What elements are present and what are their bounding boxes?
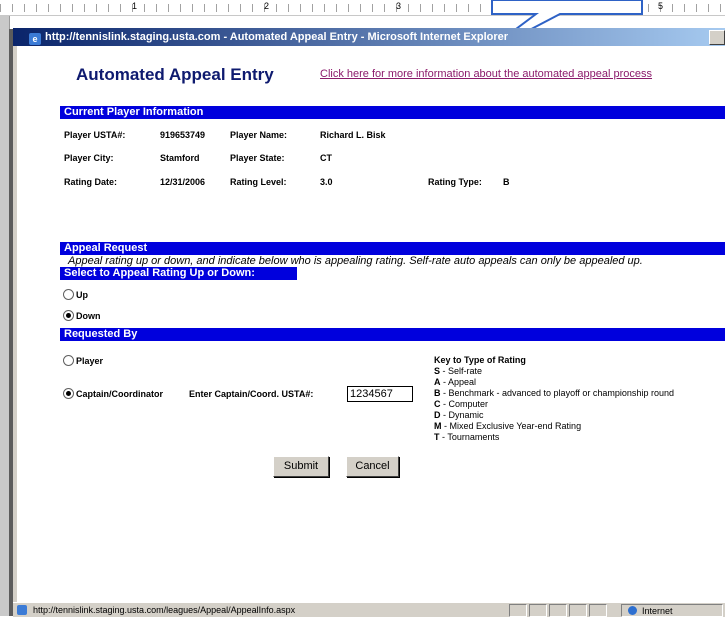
submit-button[interactable]: Submit [273, 456, 329, 477]
minimize-button[interactable] [709, 30, 725, 45]
rating-key-text: - Computer [440, 399, 489, 409]
status-panel [509, 604, 527, 617]
player-usta-value: 919653749 [160, 130, 206, 140]
globe-icon [628, 606, 637, 615]
appeal-description: Appeal rating up or down, and indicate b… [68, 255, 643, 267]
captain-usta-input[interactable] [347, 386, 413, 402]
player-radio-label: Player [76, 356, 104, 366]
rating-key-item: S - Self-rate [434, 366, 482, 376]
player-city-label: Player City: [64, 153, 114, 163]
page-icon [17, 605, 27, 615]
rating-level-value: 3.0 [320, 177, 333, 187]
status-panel [569, 604, 587, 617]
player-name-label: Player Name: [230, 130, 288, 140]
rating-key-item: B - Benchmark - advanced to playoff or c… [434, 388, 674, 398]
section-header-direction: Select to Appeal Rating Up or Down: [60, 267, 297, 280]
appeal-info-link[interactable]: Click here for more information about th… [320, 68, 652, 80]
rating-date-value: 12/31/2006 [160, 177, 206, 187]
rating-key-item: A - Appeal [434, 377, 476, 387]
rating-date-label: Rating Date: [64, 177, 118, 187]
browser-window: e http://tennislink.staging.usta.com - Au… [13, 28, 725, 617]
page-content: Automated Appeal Entry Click here for mo… [17, 46, 725, 602]
section-header-player-info: Current Player Information [60, 106, 725, 119]
status-url: http://tennislink.staging.usta.com/leagu… [33, 605, 296, 615]
player-state-label: Player State: [230, 153, 285, 163]
player-state-value: CT [320, 153, 332, 163]
rating-type-label: Rating Type: [428, 177, 482, 187]
player-radio[interactable] [63, 355, 74, 366]
page-title: Automated Appeal Entry [76, 65, 274, 84]
status-panel [589, 604, 607, 617]
window-title: http://tennislink.staging.usta.com - Aut… [45, 31, 509, 43]
status-panel [529, 604, 547, 617]
section-header-appeal-request: Appeal Request [60, 242, 725, 255]
ie-icon: e [29, 33, 41, 45]
rating-key-item: M - Mixed Exclusive Year-end Rating [434, 421, 581, 431]
rating-key-item: C - Computer [434, 399, 488, 409]
player-usta-label: Player USTA#: [64, 130, 126, 140]
player-city-value: Stamford [160, 153, 200, 163]
rating-key-title: Key to Type of Rating [434, 355, 526, 365]
rating-key-text: - Benchmark - advanced to playoff or cha… [440, 388, 674, 398]
rating-key-code: M [434, 421, 442, 431]
rating-key-text: - Mixed Exclusive Year-end Rating [441, 421, 582, 431]
ruler-number: 2 [264, 1, 270, 11]
rating-level-label: Rating Level: [230, 177, 287, 187]
player-name-value: Richard L. Bisk [320, 130, 386, 140]
status-bar: http://tennislink.staging.usta.com/leagu… [13, 602, 725, 617]
ruler-number: 1 [132, 1, 138, 11]
captain-radio[interactable] [63, 388, 74, 399]
down-label: Down [76, 311, 101, 321]
captain-radio-label: Captain/Coordinator [76, 389, 163, 399]
up-label: Up [76, 290, 88, 300]
rating-key-text: - Self-rate [440, 366, 483, 376]
status-panel [549, 604, 567, 617]
cancel-button[interactable]: Cancel [346, 456, 399, 477]
security-zone: Internet [621, 604, 723, 617]
rating-key-text: - Tournaments [439, 432, 500, 442]
section-header-requested-by: Requested By [60, 328, 725, 341]
rating-key-text: - Appeal [440, 377, 477, 387]
captain-usta-label: Enter Captain/Coord. USTA#: [189, 389, 314, 399]
rating-key-item: D - Dynamic [434, 410, 484, 420]
rating-key-text: - Dynamic [440, 410, 484, 420]
rating-type-value: B [503, 177, 510, 187]
rating-key-item: T - Tournaments [434, 432, 499, 442]
window-titlebar[interactable]: e http://tennislink.staging.usta.com - Au… [13, 28, 725, 46]
ruler-number: 3 [396, 1, 402, 11]
down-radio[interactable] [63, 310, 74, 321]
up-radio[interactable] [63, 289, 74, 300]
